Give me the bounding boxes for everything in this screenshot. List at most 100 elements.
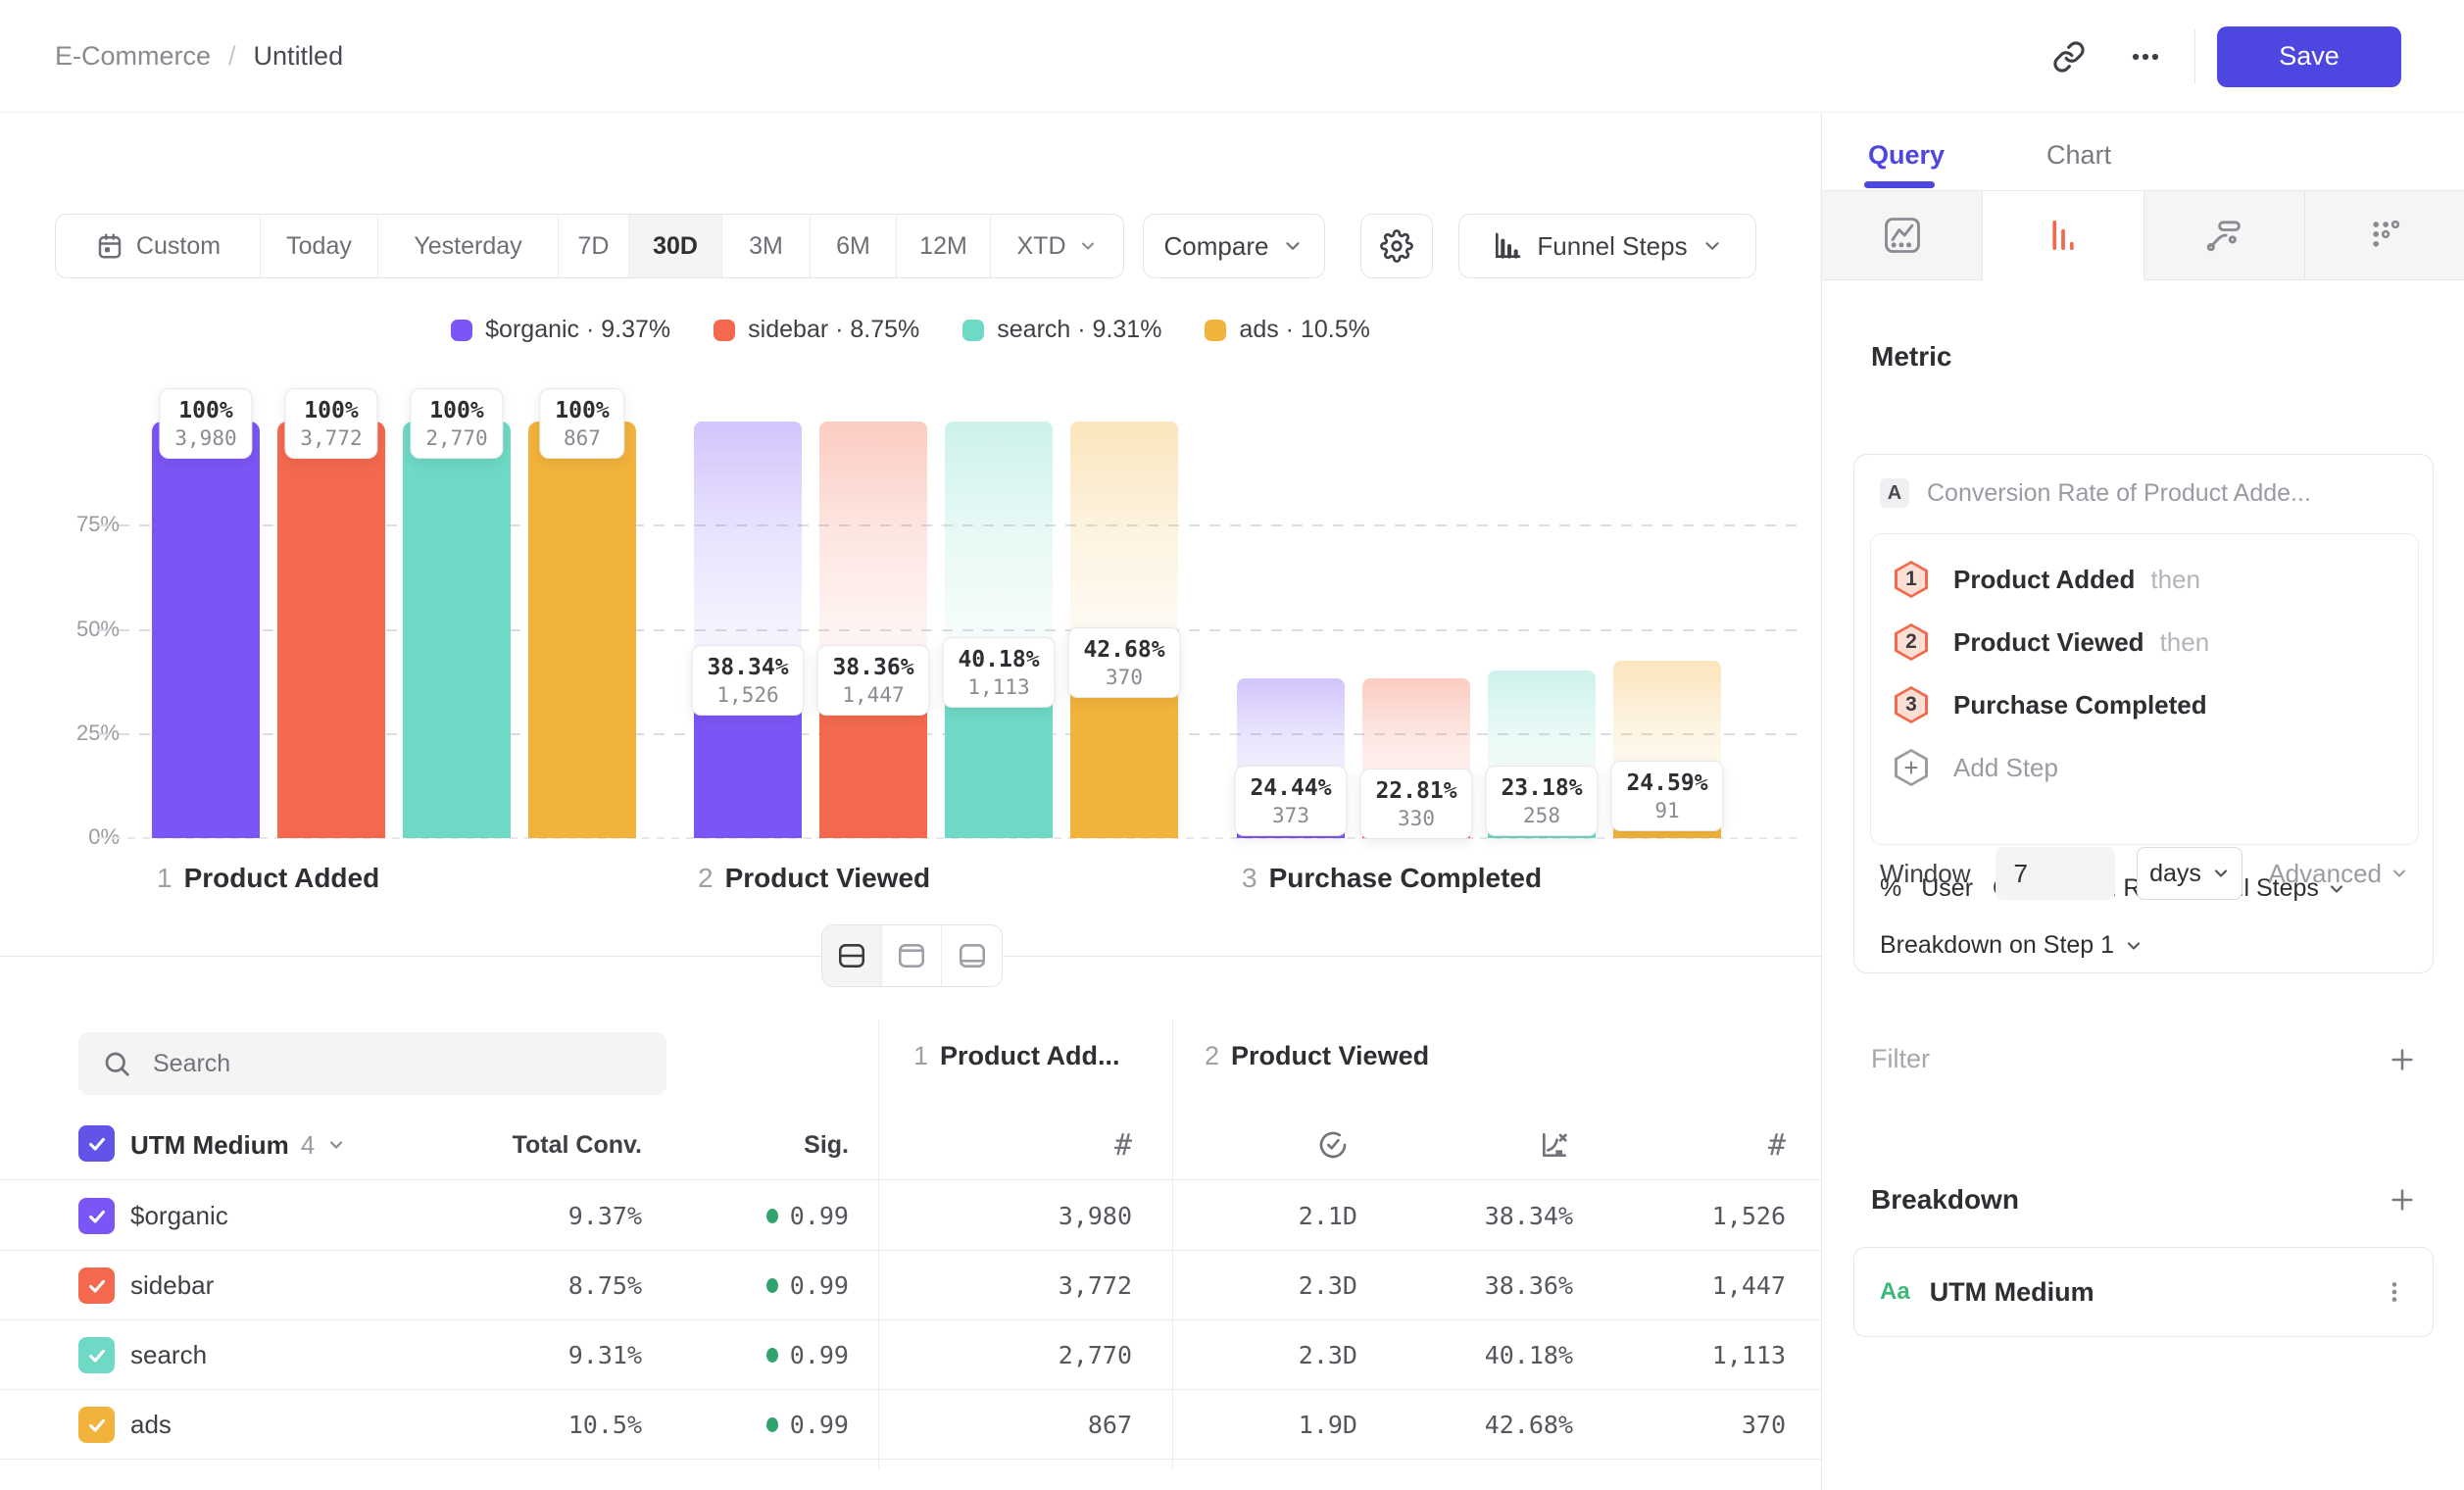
range-label: 3M (749, 232, 783, 261)
range-6m[interactable]: 6M (811, 215, 897, 277)
tab-query[interactable]: Query (1868, 140, 1945, 171)
tooltip-count: 258 (1501, 803, 1582, 828)
row-checkbox[interactable] (78, 1267, 115, 1304)
kebab-menu-icon[interactable] (2382, 1279, 2407, 1305)
add-filter-button[interactable] (2389, 1046, 2416, 1073)
range-xtd[interactable]: XTD (991, 215, 1123, 277)
table-search[interactable] (78, 1032, 666, 1095)
range-custom[interactable]: Custom (56, 215, 261, 277)
range-3m[interactable]: 3M (722, 215, 811, 277)
count-column-icon[interactable]: # (1737, 1110, 1786, 1180)
conversion-column-icon[interactable] (1539, 1110, 1570, 1180)
legend-item-ads[interactable]: ads · 10.5% (1205, 316, 1369, 344)
metric-label-row[interactable]: A Conversion Rate of Product Adde... (1880, 478, 2311, 508)
legend-item-search[interactable]: search · 9.31% (962, 316, 1161, 344)
funnel-bar-organic-step1[interactable] (152, 422, 260, 838)
tooltip-rate: 38.36% (832, 653, 913, 682)
range-30d[interactable]: 30D (629, 215, 722, 277)
chart-type-button[interactable]: Funnel Steps (1458, 214, 1756, 278)
total-conv-value-text: 8.75% (568, 1271, 642, 1300)
funnel-bar-sidebar-step1[interactable] (277, 422, 385, 838)
window-value-input[interactable] (1996, 847, 2115, 900)
funnel-bar-ghost-search-step2[interactable] (945, 422, 1053, 672)
window-row: WindowdaysAdvanced (1880, 847, 2409, 900)
range-12m[interactable]: 12M (897, 215, 991, 277)
funnel-bar-ghost-sidebar-step2[interactable] (819, 422, 927, 680)
row-name: ads (130, 1390, 172, 1460)
tab-funnel-chart[interactable] (1983, 191, 2144, 280)
advanced-dropdown[interactable]: Advanced (2268, 859, 2409, 889)
bar-value-tooltip: 24.59%91 (1610, 761, 1723, 831)
tab-scatter-chart[interactable] (2305, 191, 2464, 280)
tab-chart[interactable]: Chart (2046, 140, 2111, 171)
count-column-icon[interactable]: # (1083, 1110, 1132, 1180)
step2-conv-text: 38.36% (1485, 1271, 1573, 1300)
chevron-down-icon (2211, 864, 2231, 883)
range-yesterday[interactable]: Yesterday (378, 215, 559, 277)
group-by-count: 4 (301, 1130, 315, 1161)
funnel-bar-ads-step1[interactable] (528, 422, 636, 838)
row-checkbox[interactable] (78, 1407, 115, 1443)
sig-header[interactable]: Sig. (686, 1110, 849, 1180)
step2-count: 370 (1627, 1390, 1786, 1460)
more-menu-button[interactable] (2118, 29, 2173, 84)
save-button[interactable]: Save (2217, 26, 2401, 87)
row-checkbox[interactable] (78, 1337, 115, 1373)
query-step-1[interactable]: 1Product Addedthen (1895, 548, 2418, 611)
breakdown-on-step-dropdown[interactable]: Breakdown on Step 1 (1880, 931, 2144, 960)
range-7d[interactable]: 7D (559, 215, 629, 277)
query-step-3[interactable]: 3Purchase Completed (1895, 673, 2418, 736)
gear-icon (1380, 229, 1413, 263)
step2-avg-time-text: 2.1D (1299, 1202, 1357, 1230)
legend-item-sidebar[interactable]: sidebar · 8.75% (714, 316, 919, 344)
view-toggle-chart-only-view[interactable] (882, 925, 942, 986)
range-today[interactable]: Today (261, 215, 378, 277)
tooltip-rate: 38.34% (707, 653, 788, 682)
chart-settings-button[interactable] (1360, 214, 1433, 278)
chart-legend: $organic · 9.37% sidebar · 8.75% search · … (0, 316, 1821, 344)
legend-swatch (1205, 320, 1226, 341)
breadcrumb-parent[interactable]: E-Commerce (55, 41, 211, 72)
chart-type-label: Funnel Steps (1537, 231, 1687, 262)
tab-line-chart[interactable] (1822, 191, 1983, 280)
select-all-checkbox[interactable] (78, 1125, 115, 1162)
window-unit-label: days (2149, 860, 2201, 888)
total-conv-header[interactable]: Total Conv. (470, 1110, 642, 1180)
significance-dot (766, 1278, 778, 1293)
search-input[interactable] (153, 1050, 623, 1078)
sig-value: 0.99 (686, 1181, 849, 1251)
compare-button[interactable]: Compare (1143, 214, 1325, 278)
avg-time-column-icon[interactable] (1317, 1110, 1349, 1180)
window-unit-dropdown[interactable]: days (2137, 847, 2242, 900)
breakdown-item-utm-medium[interactable]: Aa UTM Medium (1853, 1247, 2434, 1337)
bar-value-tooltip: 23.18%258 (1485, 766, 1598, 836)
breadcrumb-current[interactable]: Untitled (254, 41, 344, 72)
string-type-badge: Aa (1880, 1278, 1910, 1306)
bar-value-tooltip: 38.36%1,447 (816, 645, 929, 716)
share-link-button[interactable] (2042, 29, 2096, 84)
total-conv-value-text: 9.37% (568, 1202, 642, 1230)
legend-label: search · 9.31% (997, 316, 1161, 344)
step2-count-text: 1,447 (1712, 1271, 1786, 1300)
row-checkbox[interactable] (78, 1198, 115, 1234)
range-label: XTD (1017, 232, 1066, 261)
breakdown-item-label: UTM Medium (1930, 1277, 2094, 1308)
step2-avg-time: 2.3D (1201, 1251, 1357, 1320)
add-step-button[interactable]: +Add Step (1895, 736, 2418, 799)
query-step-2[interactable]: 2Product Viewedthen (1895, 611, 2418, 673)
advanced-label: Advanced (2268, 859, 2382, 889)
bar-value-tooltip: 22.81%330 (1359, 769, 1472, 839)
tab-flow-chart[interactable] (2144, 191, 2305, 280)
view-toggle-table-only-view[interactable] (942, 925, 1002, 986)
legend-item-organic[interactable]: $organic · 9.37% (451, 316, 670, 344)
step1-number: 1 (913, 1041, 928, 1071)
table-header-row: UTM Medium 4 Total Conv. Sig. # # (0, 1110, 1821, 1180)
view-toggle-split-view[interactable] (822, 925, 882, 986)
funnel-bar-ghost-organic-step2[interactable] (694, 422, 802, 680)
step2-count-text: 1,526 (1712, 1202, 1786, 1230)
funnel-bar-search-step1[interactable] (403, 422, 511, 838)
legend-label: $organic · 9.37% (485, 316, 670, 344)
group-by-header[interactable]: UTM Medium 4 (130, 1110, 346, 1180)
tooltip-rate: 40.18% (958, 645, 1039, 674)
add-breakdown-button[interactable] (2389, 1186, 2416, 1214)
